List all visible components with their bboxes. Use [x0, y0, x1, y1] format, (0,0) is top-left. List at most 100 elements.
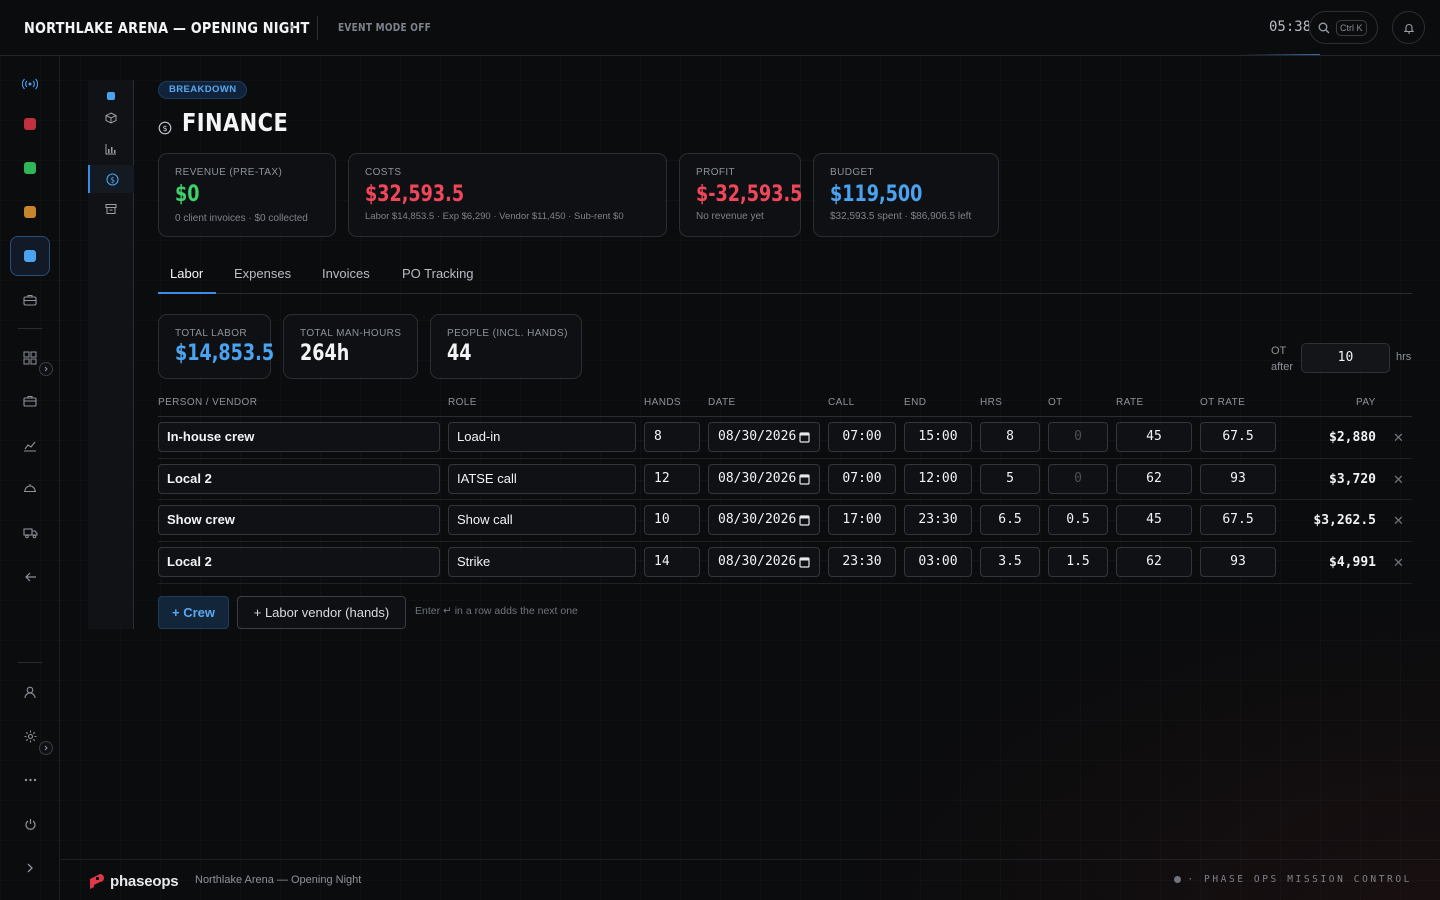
end-time-input[interactable]: 12:00: [904, 464, 972, 494]
person-input[interactable]: In-house crew: [158, 422, 440, 452]
add-labor-vendor-button[interactable]: + Labor vendor (hands): [237, 596, 406, 629]
rate-input[interactable]: 62: [1116, 464, 1192, 494]
role-input[interactable]: Strike: [448, 547, 636, 577]
ot-input[interactable]: 1.5: [1048, 547, 1108, 577]
date-input[interactable]: 08/30/2026: [708, 547, 820, 577]
calendar-icon[interactable]: [799, 556, 810, 568]
pay-value: $3,262.5: [1313, 513, 1376, 528]
hrs-input[interactable]: 3.5: [980, 547, 1040, 577]
ot-rate-input[interactable]: 93: [1200, 464, 1276, 494]
rate-input[interactable]: 45: [1116, 422, 1192, 452]
person-input[interactable]: Local 2: [158, 547, 440, 577]
delete-row-button[interactable]: ✕: [1393, 513, 1404, 529]
end-time-input[interactable]: 23:30: [904, 505, 972, 535]
tab-labor[interactable]: Labor: [158, 258, 216, 294]
man-hours-value: 264h: [300, 341, 350, 366]
subnav-archive[interactable]: [88, 195, 134, 223]
hrs-input[interactable]: 5: [980, 464, 1040, 494]
person-input[interactable]: Local 2: [158, 464, 440, 494]
role-input[interactable]: Show call: [448, 505, 636, 535]
hrs-input[interactable]: 8: [980, 422, 1040, 452]
row-divider: [158, 541, 1412, 542]
event-title[interactable]: NORTHLAKE ARENA — OPENING NIGHT: [24, 19, 309, 37]
rail-safety[interactable]: [10, 468, 50, 508]
call-time-input[interactable]: 07:00: [828, 422, 896, 452]
hands-input[interactable]: 14: [644, 547, 700, 577]
hrs-input[interactable]: 6.5: [980, 505, 1040, 535]
event-mode-toggle[interactable]: EVENT MODE OFF: [338, 21, 431, 34]
hands-input[interactable]: 8: [644, 422, 700, 452]
date-input[interactable]: 08/30/2026: [708, 422, 820, 452]
subnav-inventory[interactable]: [88, 104, 134, 132]
ot-input[interactable]: 0: [1048, 464, 1108, 494]
profit-value: $-32,593.5: [696, 182, 803, 207]
rail-live[interactable]: [10, 64, 50, 104]
ot-rate-input[interactable]: 67.5: [1200, 505, 1276, 535]
ot-threshold-input[interactable]: 10: [1301, 343, 1390, 373]
hands-input[interactable]: 10: [644, 505, 700, 535]
rail-power[interactable]: [10, 804, 50, 844]
close-icon: ✕: [1393, 430, 1404, 445]
ot-input[interactable]: 0.5: [1048, 505, 1108, 535]
subnav-reports[interactable]: [88, 135, 134, 163]
hardhat-icon: [24, 484, 36, 493]
rail-briefcase[interactable]: [10, 280, 50, 320]
rail-phase-green[interactable]: [10, 148, 50, 188]
delete-row-button[interactable]: ✕: [1393, 472, 1404, 488]
event-dropdown-caret-icon[interactable]: ▾: [290, 22, 295, 33]
rail-expand-badge[interactable]: [39, 362, 53, 376]
rail-logistics[interactable]: [10, 513, 50, 553]
rail-phase-orange[interactable]: [10, 192, 50, 232]
person-input[interactable]: Show crew: [158, 505, 440, 535]
footer-event-name: Northlake Arena — Opening Night: [195, 874, 362, 886]
rail-expand[interactable]: [10, 848, 50, 888]
settings-expand-badge[interactable]: [39, 741, 53, 755]
total-labor-card: TOTAL LABOR $14,853.5: [158, 314, 274, 379]
col-date: DATE: [708, 397, 736, 408]
rail-back[interactable]: [10, 557, 50, 597]
rail-toolbox[interactable]: [10, 381, 50, 421]
rail-analytics[interactable]: [10, 426, 50, 466]
subnav-finance[interactable]: $: [88, 165, 134, 193]
date-input[interactable]: 08/30/2026: [708, 464, 820, 494]
rail-phase-red[interactable]: [10, 104, 50, 144]
rail-more[interactable]: [10, 760, 50, 800]
rate-input[interactable]: 45: [1116, 505, 1192, 535]
call-time-input[interactable]: 07:00: [828, 464, 896, 494]
calendar-icon[interactable]: [799, 514, 810, 526]
grid-icon: [23, 351, 37, 365]
col-hrs: HRS: [980, 397, 1003, 408]
add-crew-button[interactable]: + Crew: [158, 596, 229, 629]
search-button[interactable]: Ctrl K: [1309, 11, 1378, 44]
notifications-button[interactable]: [1392, 11, 1425, 44]
col-hands: HANDS: [644, 397, 682, 408]
tab-invoices[interactable]: Invoices: [310, 258, 382, 294]
calendar-icon[interactable]: [799, 431, 810, 443]
date-value: 08/30/2026: [718, 554, 797, 569]
call-time-input[interactable]: 23:30: [828, 547, 896, 577]
calendar-icon[interactable]: [799, 473, 810, 485]
rate-input[interactable]: 62: [1116, 547, 1192, 577]
rail-phase-blue[interactable]: [10, 236, 50, 276]
role-input[interactable]: IATSE call: [448, 464, 636, 494]
hands-input[interactable]: 12: [644, 464, 700, 494]
rail-profile[interactable]: [10, 672, 50, 712]
brand[interactable]: phaseops: [89, 872, 179, 890]
ot-label-line2: after: [1271, 361, 1294, 373]
ot-rate-input[interactable]: 67.5: [1200, 422, 1276, 452]
role-input[interactable]: Load-in: [448, 422, 636, 452]
profit-label: PROFIT: [696, 167, 736, 178]
clock: 05:38: [1269, 19, 1309, 35]
date-input[interactable]: 08/30/2026: [708, 505, 820, 535]
end-time-input[interactable]: 03:00: [904, 547, 972, 577]
total-labor-label: TOTAL LABOR: [175, 328, 248, 339]
delete-row-button[interactable]: ✕: [1393, 430, 1404, 446]
end-time-input[interactable]: 15:00: [904, 422, 972, 452]
tab-po-tracking[interactable]: PO Tracking: [390, 258, 486, 294]
tab-expenses[interactable]: Expenses: [222, 258, 303, 294]
ot-input[interactable]: 0: [1048, 422, 1108, 452]
ot-rate-input[interactable]: 93: [1200, 547, 1276, 577]
call-time-input[interactable]: 17:00: [828, 505, 896, 535]
delete-row-button[interactable]: ✕: [1393, 555, 1404, 571]
dollar-icon: $: [105, 172, 119, 186]
